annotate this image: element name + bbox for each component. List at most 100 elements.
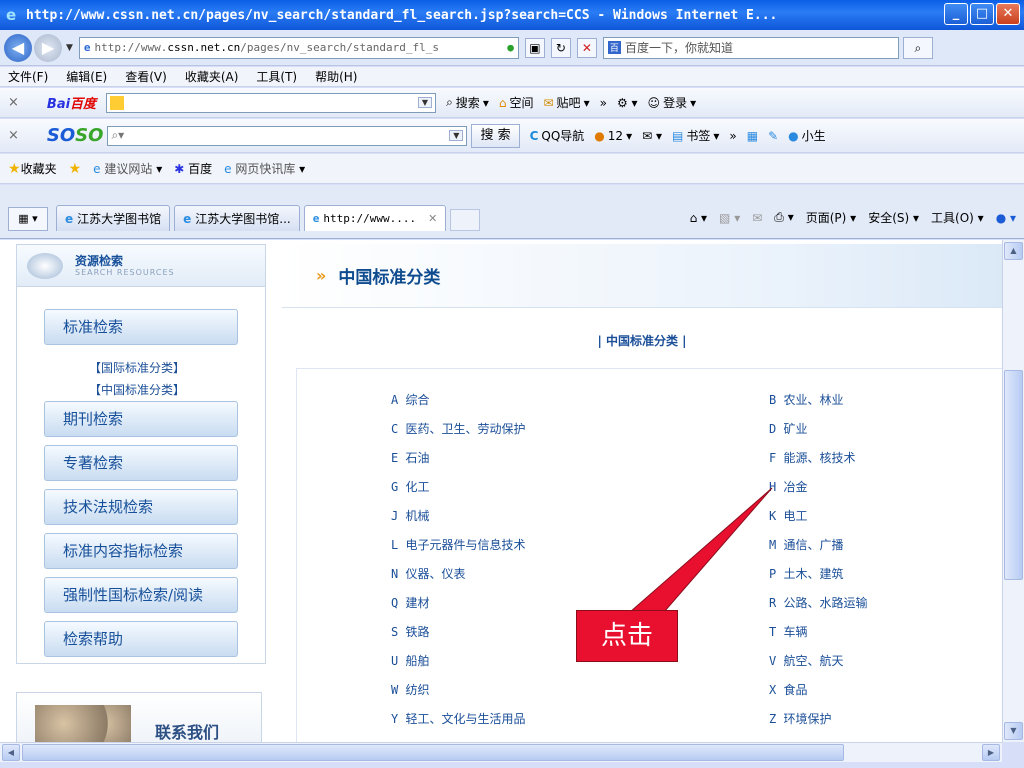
sidebar-item-monograph-search[interactable]: 专著检索 xyxy=(44,445,238,481)
qq-user-button[interactable]: ● 小生 xyxy=(788,127,826,144)
address-input[interactable]: e http://www. cssn.net.cn/pages/nv_search… xyxy=(78,36,519,59)
help-icon[interactable]: ● ▾ xyxy=(996,211,1016,225)
category-link[interactable]: V 航空、航天 xyxy=(769,652,843,669)
security-icon[interactable]: ● xyxy=(507,41,514,54)
horizontal-scroll-thumb[interactable] xyxy=(22,744,844,761)
category-link[interactable]: C 医药、卫生、劳动保护 xyxy=(391,420,525,437)
baidu-space-button[interactable]: ⌂ 空间 xyxy=(499,94,534,111)
category-link[interactable]: F 能源、核技术 xyxy=(769,449,855,466)
sidebar-item-regulation-search[interactable]: 技术法规检索 xyxy=(44,489,238,525)
scroll-left-icon[interactable]: ◀ xyxy=(2,744,20,761)
baidu-toolbar-close-icon[interactable]: × xyxy=(8,95,19,110)
qq-mail-button[interactable]: ● 12 ▾ xyxy=(594,129,632,143)
category-link[interactable]: X 食品 xyxy=(769,681,807,698)
safety-menu[interactable]: 安全(S) ▾ xyxy=(868,209,919,226)
category-link[interactable]: H 冶金 xyxy=(769,478,807,495)
sidebar-item-mandatory-standard[interactable]: 强制性国标检索/阅读 xyxy=(44,577,238,613)
category-link[interactable]: L 电子元器件与信息技术 xyxy=(391,536,525,553)
baidu-settings-icon[interactable]: ⚙ ▾ xyxy=(617,96,638,110)
category-link[interactable]: E 石油 xyxy=(391,449,429,466)
scroll-down-icon[interactable]: ▼ xyxy=(1004,722,1023,740)
maximize-button[interactable]: □ xyxy=(970,3,994,25)
home-icon[interactable]: ⌂ ▾ xyxy=(690,211,707,225)
baidu-input-dropdown-icon[interactable]: ▼ xyxy=(417,97,433,108)
new-tab-button[interactable] xyxy=(450,209,481,231)
category-link[interactable]: M 通信、广播 xyxy=(769,536,843,553)
category-link[interactable]: S 铁路 xyxy=(391,623,429,640)
sidebar-item-journal-search[interactable]: 期刊检索 xyxy=(44,401,238,437)
horizontal-scrollbar[interactable]: ◀ ▶ xyxy=(0,742,1002,762)
menu-file[interactable]: 文件(F) xyxy=(8,68,48,85)
tab-jsu-library-1[interactable]: e 江苏大学图书馆 xyxy=(56,205,171,231)
refresh-icon[interactable]: ↻ xyxy=(550,37,571,58)
minimize-button[interactable]: _ xyxy=(944,3,968,25)
vertical-scroll-thumb[interactable] xyxy=(1004,370,1023,580)
section-subtitle[interactable]: | 中国标准分类 | xyxy=(282,332,1002,349)
forward-button[interactable]: ▶ xyxy=(34,33,62,62)
menu-view[interactable]: 查看(V) xyxy=(125,68,167,85)
category-link[interactable]: P 土木、建筑 xyxy=(769,565,843,582)
baidu-login-button[interactable]: ☺ 登录 ▾ xyxy=(648,94,697,111)
baidu-more-button[interactable]: » xyxy=(600,96,607,110)
vertical-scrollbar[interactable]: ▲ ▼ xyxy=(1002,240,1024,742)
page-menu[interactable]: 页面(P) ▾ xyxy=(806,209,856,226)
menu-tools[interactable]: 工具(T) xyxy=(256,68,297,85)
menu-help[interactable]: 帮助(H) xyxy=(315,68,357,85)
category-link[interactable]: G 化工 xyxy=(391,478,429,495)
scroll-right-icon[interactable]: ▶ xyxy=(982,744,1000,761)
soso-input-dropdown-icon[interactable]: ▼ xyxy=(449,130,464,141)
read-mail-icon[interactable]: ✉ xyxy=(752,211,762,225)
stop-icon[interactable]: ✕ xyxy=(576,37,597,58)
category-link[interactable]: J 机械 xyxy=(391,507,429,524)
history-dropdown-icon[interactable]: ▼ xyxy=(66,43,73,53)
qq-nav-button[interactable]: C QQ导航 xyxy=(530,127,585,144)
category-link[interactable]: Q 建材 xyxy=(391,594,429,611)
sublink-china-classification[interactable]: 【中国标准分类】 xyxy=(89,381,185,398)
tab-current[interactable]: e http://www.... ✕ xyxy=(303,205,447,231)
scroll-up-icon[interactable]: ▲ xyxy=(1004,242,1023,260)
back-button[interactable]: ◀ xyxy=(4,33,32,62)
soso-more-button[interactable]: » xyxy=(729,129,736,143)
baidu-toolbar-input[interactable]: ▼ xyxy=(106,92,437,113)
category-link[interactable]: U 船舶 xyxy=(391,652,429,669)
web-slice-link[interactable]: e 网页快讯库 ▾ xyxy=(224,160,305,177)
category-link[interactable]: T 车辆 xyxy=(769,623,807,640)
window-title-bar[interactable]: e http://www.cssn.net.cn/pages/nv_search… xyxy=(0,0,1024,30)
envelope-icon[interactable]: ✉ ▾ xyxy=(642,129,662,143)
category-link[interactable]: B 农业、林业 xyxy=(769,391,843,408)
category-link[interactable]: Z 环境保护 xyxy=(769,710,831,727)
search-input[interactable]: 百 百度一下，你就知道 xyxy=(602,36,899,59)
close-button[interactable]: ✕ xyxy=(996,3,1020,25)
soso-toolbar-close-icon[interactable]: × xyxy=(8,128,19,143)
favorites-button[interactable]: ★收藏夹 xyxy=(8,160,57,177)
category-link[interactable]: R 公路、水路运输 xyxy=(769,594,867,611)
feeds-icon[interactable]: ▧ ▾ xyxy=(719,211,740,225)
sidebar-item-content-index-search[interactable]: 标准内容指标检索 xyxy=(44,533,238,569)
bookmarks-button[interactable]: ▤ 书签 ▾ xyxy=(672,127,719,144)
menu-favorites[interactable]: 收藏夹(A) xyxy=(185,68,239,85)
add-favorite-icon[interactable]: ★ xyxy=(69,161,82,177)
category-link[interactable]: Y 轻工、文化与生活用品 xyxy=(391,710,525,727)
search-go-button[interactable]: ⌕ xyxy=(902,36,933,59)
baidu-favorite-link[interactable]: ✱ 百度 xyxy=(174,160,212,177)
apps-grid-icon[interactable]: ▦ xyxy=(747,129,758,143)
menu-edit[interactable]: 编辑(E) xyxy=(66,68,107,85)
contact-us-banner[interactable]: 联系我们 xyxy=(16,692,262,742)
soso-search-button[interactable]: 搜 索 xyxy=(471,123,520,148)
tab-close-icon[interactable]: ✕ xyxy=(428,212,437,225)
suggested-sites-link[interactable]: e 建议网站 ▾ xyxy=(93,160,162,177)
tab-jsu-library-2[interactable]: e 江苏大学图书馆... xyxy=(174,205,300,231)
soso-toolbar-input[interactable]: ⌕▾ ▼ xyxy=(107,125,468,146)
quick-tabs-button[interactable]: ▦ ▾ xyxy=(8,207,48,231)
baidu-search-button[interactable]: ⌕ 搜索 ▾ xyxy=(446,94,489,111)
compat-view-icon[interactable]: ▣ xyxy=(524,37,545,58)
baidu-tieba-button[interactable]: ✉ 贴吧 ▾ xyxy=(543,94,589,111)
category-link[interactable]: D 矿业 xyxy=(769,420,807,437)
sidebar-item-search-help[interactable]: 检索帮助 xyxy=(44,621,238,657)
category-link[interactable]: N 仪器、仪表 xyxy=(391,565,465,582)
category-link[interactable]: K 电工 xyxy=(769,507,807,524)
tools-menu[interactable]: 工具(O) ▾ xyxy=(931,209,984,226)
pencil-icon[interactable]: ✎ xyxy=(768,129,778,143)
sidebar-item-standard-search[interactable]: 标准检索 xyxy=(44,309,238,345)
sublink-intl-classification[interactable]: 【国际标准分类】 xyxy=(89,359,185,376)
